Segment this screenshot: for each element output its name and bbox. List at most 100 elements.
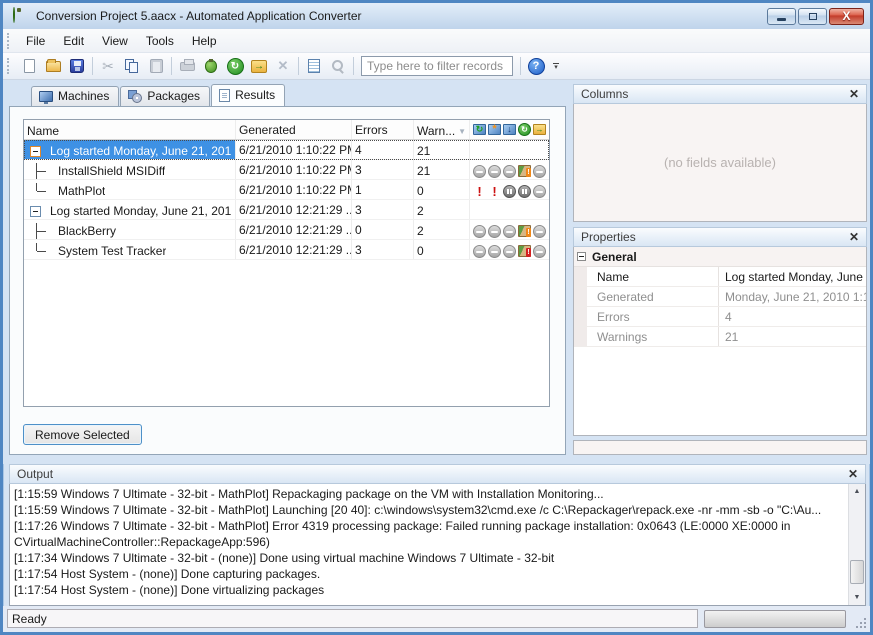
menu-edit[interactable]: Edit	[54, 31, 93, 51]
close-icon[interactable]: ✕	[849, 231, 859, 243]
machine-refresh-icon[interactable]: ↻	[472, 124, 487, 135]
row-errors: 0	[352, 220, 414, 239]
stop-icon[interactable]: ✕	[271, 55, 295, 77]
minus-status-icon	[487, 165, 502, 178]
open-project-icon[interactable]	[41, 55, 65, 77]
property-value: Monday, June 21, 2010 1:10	[719, 287, 866, 306]
column-header-name[interactable]: Name	[24, 120, 236, 139]
table-row[interactable]: InstallShield MSIDiff 6/21/2010 1:10:22 …	[24, 160, 549, 180]
minus-status-icon	[532, 225, 547, 238]
row-name: Log started Monday, June 21, 201...	[50, 204, 232, 218]
table-row[interactable]: Log started Monday, June 21, 201... 6/21…	[24, 200, 549, 220]
cut-icon[interactable]: ✂	[96, 55, 120, 77]
property-group-general[interactable]: General	[574, 247, 866, 267]
minus-status-icon	[532, 245, 547, 258]
property-value: Log started Monday, June	[719, 267, 866, 286]
close-icon[interactable]: ✕	[848, 468, 858, 480]
tab-machines[interactable]: Machines	[31, 86, 119, 106]
row-errors: 3	[352, 160, 414, 179]
property-label: Generated	[587, 287, 719, 306]
column-header-generated[interactable]: Generated	[236, 120, 352, 139]
scrollbar-thumb[interactable]	[850, 560, 864, 584]
property-row[interactable]: Errors 4	[574, 307, 866, 327]
log-line: [1:17:34 Windows 7 Ultimate - 32-bit - (…	[14, 550, 844, 566]
filter-records-input[interactable]	[361, 56, 513, 76]
tab-strip: Machines Packages Results	[9, 84, 566, 106]
menu-file[interactable]: File	[17, 31, 54, 51]
tree-line	[36, 163, 50, 179]
progress-bar	[704, 610, 846, 628]
property-row[interactable]: Name Log started Monday, June	[574, 267, 866, 287]
status-text: Ready	[7, 609, 698, 628]
output-panel-header: Output ✕	[9, 464, 866, 484]
menu-grip	[7, 33, 12, 49]
panel-title: Output	[17, 467, 53, 481]
property-value: 21	[719, 327, 866, 346]
sort-descending-icon: ▼	[458, 127, 466, 136]
collapse-toggle[interactable]	[30, 146, 41, 157]
export-package-icon[interactable]: →	[247, 55, 271, 77]
row-name: System Test Tracker	[58, 244, 166, 258]
help-icon[interactable]: ?	[524, 55, 548, 77]
property-label: Errors	[587, 307, 719, 326]
resize-grip[interactable]	[864, 626, 866, 628]
minus-status-icon	[487, 245, 502, 258]
row-generated: 6/21/2010 1:10:22 PM	[236, 180, 352, 199]
run-icon[interactable]: ↻	[517, 123, 532, 136]
property-row[interactable]: Warnings 21	[574, 327, 866, 347]
output-scrollbar[interactable]: ▲ ▼	[848, 484, 865, 605]
right-panels: Columns ✕ (no fields available) Properti…	[573, 84, 867, 455]
toolbar-overflow-button[interactable]: ▾	[550, 63, 562, 70]
page-icon	[219, 89, 230, 102]
title-bar: Conversion Project 5.aacx - Automated Ap…	[3, 3, 870, 29]
property-row[interactable]: Generated Monday, June 21, 2010 1:10	[574, 287, 866, 307]
status-bar: Ready	[3, 606, 870, 632]
print-icon[interactable]	[175, 55, 199, 77]
empty-fields-text: (no fields available)	[664, 155, 776, 170]
menu-tools[interactable]: Tools	[137, 31, 183, 51]
paste-icon[interactable]	[144, 55, 168, 77]
table-row[interactable]: System Test Tracker 6/21/2010 12:21:29 .…	[24, 240, 549, 260]
table-row[interactable]: BlackBerry 6/21/2010 12:21:29 ... 0 2	[24, 220, 549, 240]
window-title: Conversion Project 5.aacx - Automated Ap…	[36, 9, 362, 23]
collapse-toggle[interactable]	[30, 206, 41, 217]
minus-status-icon	[487, 225, 502, 238]
scroll-down-icon[interactable]: ▼	[854, 590, 861, 605]
properties-panel: Properties ✕ General Name Log started Mo…	[573, 227, 867, 455]
machine-build-icon[interactable]: *	[487, 124, 502, 135]
column-header-warnings[interactable]: Warn... ▼	[414, 120, 470, 139]
report-icon[interactable]	[302, 55, 326, 77]
remove-selected-button[interactable]: Remove Selected	[23, 424, 142, 445]
menu-view[interactable]: View	[93, 31, 137, 51]
row-warnings: 0	[414, 240, 470, 259]
new-document-icon[interactable]	[17, 55, 41, 77]
close-button[interactable]: X	[829, 8, 864, 25]
save-project-icon[interactable]	[65, 55, 89, 77]
menu-help[interactable]: Help	[183, 31, 226, 51]
log-line: [1:15:59 Windows 7 Ultimate - 32-bit - M…	[14, 502, 844, 518]
properties-panel-header: Properties ✕	[573, 227, 867, 247]
table-row[interactable]: MathPlot 6/21/2010 1:10:22 PM 1 0 ! !	[24, 180, 549, 200]
table-row[interactable]: Log started Monday, June 21, 201... 6/21…	[24, 140, 549, 160]
minus-status-icon	[532, 165, 547, 178]
collapse-toggle[interactable]	[577, 252, 586, 261]
minimize-button[interactable]	[767, 8, 796, 25]
tab-results[interactable]: Results	[211, 84, 285, 106]
search-icon[interactable]	[326, 55, 350, 77]
export-icon[interactable]: →	[532, 124, 547, 135]
row-generated: 6/21/2010 12:21:29 ...	[236, 220, 352, 239]
row-status-icons	[470, 240, 549, 259]
row-warnings: 21	[414, 140, 470, 159]
scroll-up-icon[interactable]: ▲	[854, 484, 861, 499]
log-line: [1:15:59 Windows 7 Ultimate - 32-bit - M…	[14, 486, 844, 502]
restore-button[interactable]	[798, 8, 827, 25]
tab-packages[interactable]: Packages	[120, 86, 210, 106]
machine-capture-icon[interactable]: ↓	[502, 124, 517, 135]
package-build-icon[interactable]	[199, 55, 223, 77]
close-icon[interactable]: ✕	[849, 88, 859, 100]
column-header-errors[interactable]: Errors	[352, 120, 414, 139]
log-line: [1:17:26 Windows 7 Ultimate - 32-bit - M…	[14, 518, 844, 550]
copy-icon[interactable]	[120, 55, 144, 77]
columns-panel-body: (no fields available)	[573, 104, 867, 222]
run-conversion-icon[interactable]: ↻	[223, 55, 247, 77]
